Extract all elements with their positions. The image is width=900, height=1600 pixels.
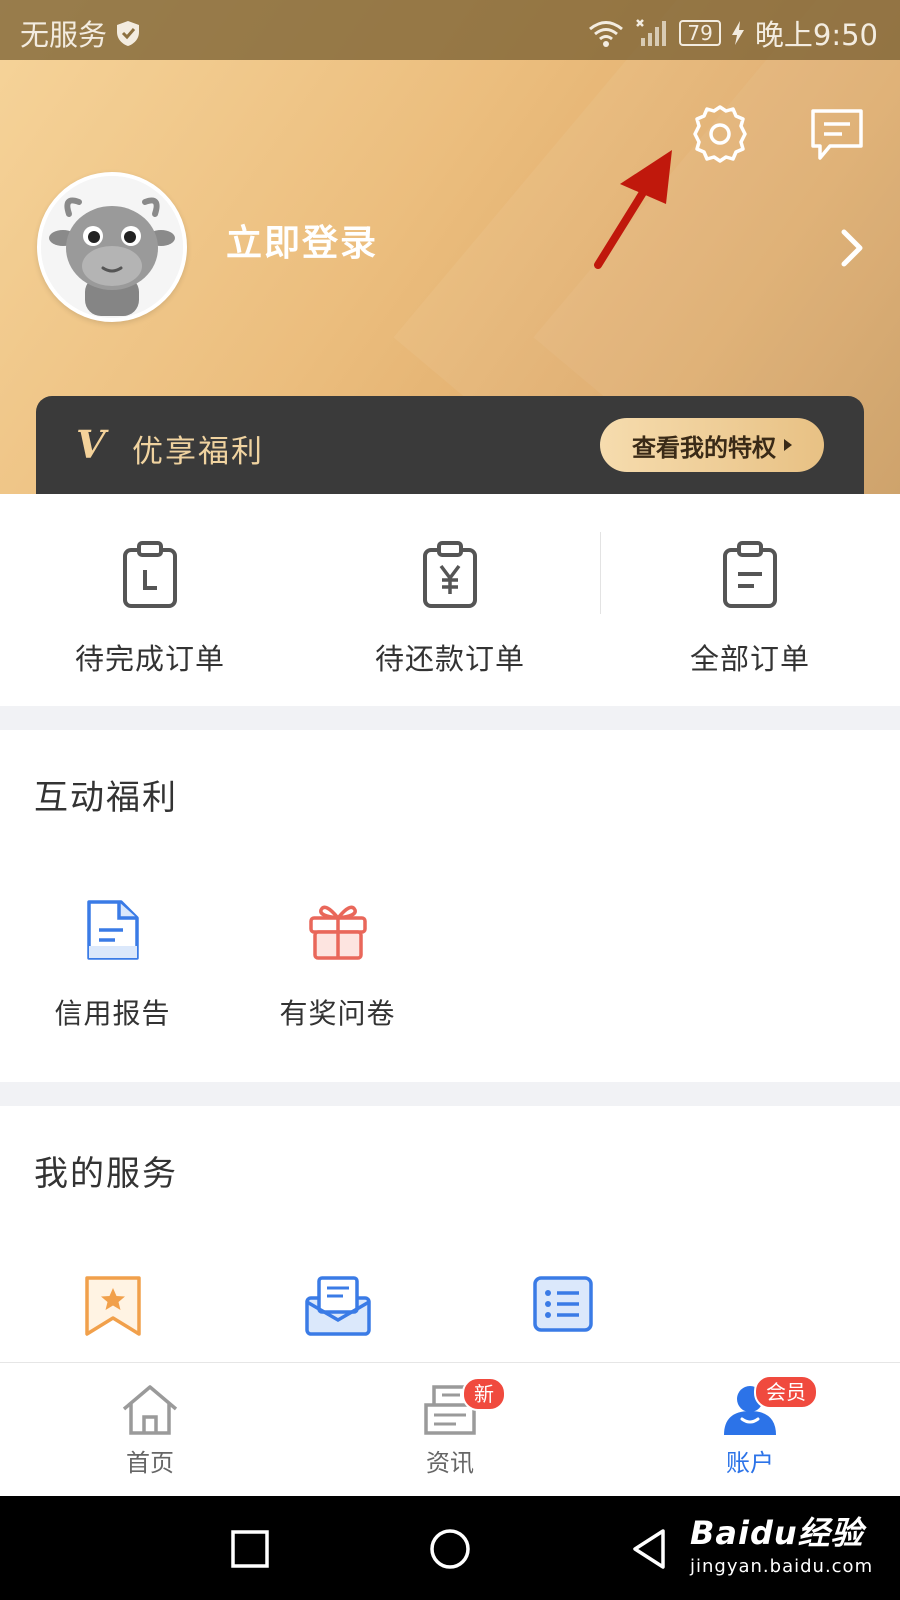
cow-mascot-icon (41, 176, 183, 318)
charging-icon (731, 21, 744, 45)
shield-check-icon (117, 21, 140, 46)
tab-label: 账户 (726, 1449, 774, 1477)
mail-icon (304, 1276, 371, 1336)
signal-icon (636, 19, 667, 46)
grid-label: 有奖问卷 (279, 997, 396, 1030)
vip-title: 优享福利 (132, 434, 264, 470)
orders-panel: 待完成订单 待还款订单 全部订单 (0, 494, 900, 706)
home-button-icon[interactable] (425, 1524, 475, 1574)
grid-label: 信用报告 (54, 997, 171, 1030)
interactive-benefits-section: 互动福利 信用报告 有奖问卷 (0, 730, 900, 1082)
service-item-favorites[interactable] (0, 1274, 225, 1370)
new-badge: 新 (462, 1377, 506, 1411)
bookmark-star-icon (84, 1276, 141, 1336)
gift-icon (308, 905, 367, 960)
home-icon (122, 1385, 178, 1435)
message-icon[interactable] (808, 106, 866, 164)
view-privileges-button[interactable]: 查看我的特权 (600, 418, 824, 472)
chevron-right-icon[interactable] (838, 226, 868, 270)
clipboard-yen-icon (423, 541, 477, 608)
member-badge: 会员 (754, 1375, 818, 1409)
system-nav-bar: Baidu经验 jingyan.baidu.com (0, 1496, 900, 1600)
tab-label: 资讯 (426, 1449, 474, 1477)
service-item-list[interactable] (450, 1274, 675, 1364)
watermark-main: Baidu经验 (690, 1514, 864, 1552)
tab-home[interactable]: 首页 (0, 1383, 300, 1478)
section-title: 我的服务 (34, 1154, 178, 1194)
my-services-section: 我的服务 (0, 1106, 900, 1362)
order-label: 全部订单 (689, 642, 810, 676)
clipboard-list-icon (723, 541, 777, 608)
login-link[interactable]: 立即登录 (226, 214, 378, 266)
tab-account[interactable]: 账户 会员 (600, 1375, 900, 1478)
avatar[interactable] (37, 172, 187, 322)
triangle-right-icon (784, 439, 792, 451)
order-label: 待还款订单 (374, 642, 525, 676)
carrier-label: 无服务 (20, 18, 108, 52)
baidu-watermark: Baidu经验 jingyan.baidu.com (690, 1508, 873, 1577)
list-icon (532, 1276, 593, 1332)
watermark-sub: jingyan.baidu.com (690, 1556, 874, 1577)
bottom-tab-bar: 首页 资讯 新 账户 会员 (0, 1362, 900, 1496)
tab-news[interactable]: 资讯 新 (300, 1377, 600, 1478)
order-pending-complete[interactable]: 待完成订单 (0, 540, 300, 678)
annotation-arrow (594, 150, 672, 269)
document-icon (86, 900, 139, 960)
view-privileges-label: 查看我的特权 (632, 433, 776, 462)
section-title: 互动福利 (34, 778, 178, 818)
survey-item[interactable]: 有奖问卷 (225, 898, 450, 1032)
back-icon[interactable] (625, 1524, 675, 1574)
section-gap (0, 706, 900, 730)
service-item-messages[interactable] (225, 1274, 450, 1368)
credit-report-item[interactable]: 信用报告 (0, 898, 225, 1032)
order-pending-repay[interactable]: 待还款订单 (300, 540, 600, 678)
vip-v-icon: V (76, 422, 106, 467)
status-bar: 无服务 79 晚上9:50 (0, 0, 900, 60)
wifi-icon (589, 21, 624, 47)
clock: 晚上9:50 (754, 18, 878, 52)
recent-apps-icon[interactable] (225, 1524, 275, 1574)
order-label: 待完成订单 (74, 642, 225, 676)
tab-label: 首页 (126, 1449, 174, 1477)
clipboard-l-icon (123, 541, 177, 608)
section-gap (0, 1082, 900, 1106)
settings-gear-icon[interactable] (688, 102, 752, 166)
battery-indicator: 79 (679, 20, 721, 46)
order-all[interactable]: 全部订单 (600, 540, 900, 678)
